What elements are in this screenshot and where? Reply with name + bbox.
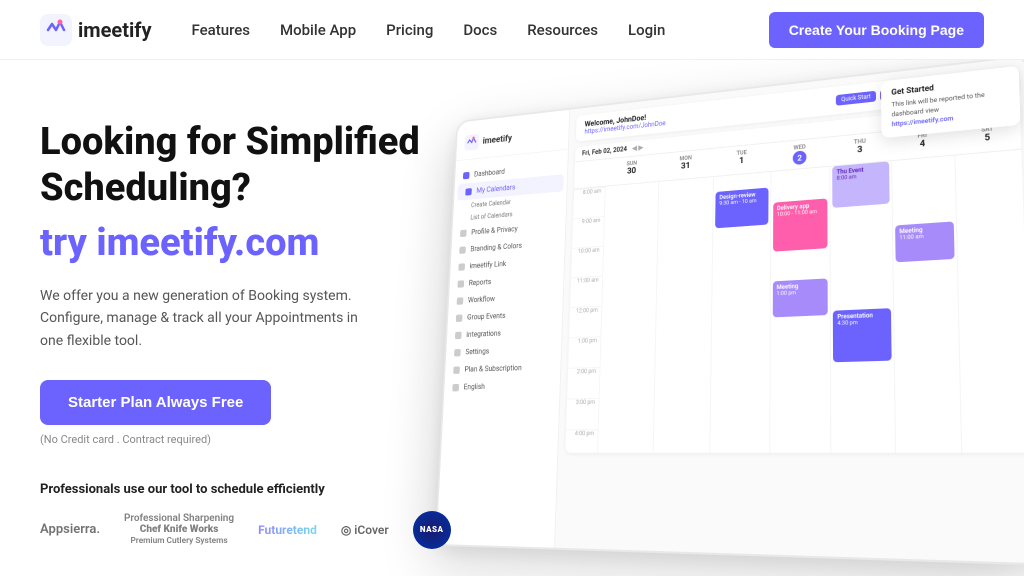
nav-mobile-app[interactable]: Mobile App bbox=[280, 21, 356, 39]
logo-text: imeetify bbox=[78, 18, 152, 42]
logo-icon bbox=[40, 14, 72, 46]
brand-icover: ◎ iCover bbox=[341, 523, 389, 537]
hero-description: We offer you a new generation of Booking… bbox=[40, 285, 380, 352]
nav-login[interactable]: Login bbox=[628, 21, 665, 39]
cal-day-tue: TUE 1 bbox=[713, 147, 770, 172]
nav-docs[interactable]: Docs bbox=[463, 21, 497, 39]
cal-day-thu: THU 3 bbox=[829, 135, 891, 161]
brands-title: Professionals use our tool to schedule e… bbox=[40, 482, 460, 497]
brands-row: Appsierra. Professional SharpeningChef K… bbox=[40, 511, 460, 549]
day-track-tue: Design-review 9:30 am - 10 am bbox=[709, 172, 770, 453]
day-track-fri: Meeting 11:00 am bbox=[891, 156, 962, 453]
quick-start-btn[interactable]: Quick Start bbox=[836, 91, 876, 106]
brand-nasa: NASA bbox=[413, 511, 451, 549]
cal-day-sun: SUN 30 bbox=[605, 158, 659, 182]
event-meeting-wed[interactable]: Meeting 1:00 pm bbox=[773, 278, 829, 317]
dashboard-mockup: imeetify Dashboard My Calendars Create C… bbox=[404, 80, 1024, 576]
cta-note: (No Credit card . Contract required) bbox=[40, 433, 460, 446]
calendar-date-label: Fri, Feb 02, 2024 bbox=[582, 145, 627, 157]
brands-section: Professionals use our tool to schedule e… bbox=[40, 482, 460, 549]
event-design-review[interactable]: Design-review 9:30 am - 10 am bbox=[715, 188, 768, 229]
brand-futuretend: Futuretend bbox=[258, 523, 317, 537]
mockup-logo-text: imeetify bbox=[483, 133, 513, 146]
navbar: imeetify Features Mobile App Pricing Doc… bbox=[0, 0, 1024, 60]
event-fri-meeting[interactable]: Meeting 11:00 am bbox=[895, 221, 955, 262]
mockup-calendar: Fri, Feb 02, 2024 ◀ ▶ SUN 30 MON bbox=[565, 101, 1024, 453]
mockup-logo-row: imeetify bbox=[456, 120, 569, 161]
event-delivery-app[interactable]: Delivery app 10:00 - 11:00 am bbox=[773, 198, 828, 251]
nav-pricing[interactable]: Pricing bbox=[386, 21, 433, 39]
day-track-mon bbox=[652, 177, 713, 453]
hero-tagline: try imeetify.com bbox=[40, 221, 460, 267]
hero-cta-button[interactable]: Starter Plan Always Free bbox=[40, 380, 271, 425]
mockup-main-content: Welcome, JohnDoe! https://imeetify.com/J… bbox=[555, 60, 1024, 563]
day-track-sat bbox=[955, 150, 1024, 453]
sidebar-language[interactable]: English bbox=[444, 376, 560, 396]
hero-title: Looking for Simplified Scheduling? bbox=[40, 120, 460, 211]
calendar-days-grid: Design-review 9:30 am - 10 am Delivery a… bbox=[597, 150, 1024, 453]
event-thu-morning[interactable]: Thu Event 8:00 am bbox=[833, 161, 890, 207]
cal-day-mon: MON 31 bbox=[658, 153, 713, 178]
nav-cta-button[interactable]: Create Your Booking Page bbox=[769, 12, 984, 48]
calendar-body: 8:00 am 9:00 am 10:00 am 11:00 am 12:00 … bbox=[565, 150, 1024, 453]
nav-links: Features Mobile App Pricing Docs Resourc… bbox=[192, 20, 769, 39]
brand-appsierra: Appsierra. bbox=[40, 522, 100, 537]
nav-features[interactable]: Features bbox=[192, 21, 250, 39]
brand-chef-knife-works: Professional SharpeningChef Knife WorksP… bbox=[124, 513, 234, 546]
day-track-thu: Thu Event 8:00 am Presentation 4:30 pm bbox=[830, 161, 895, 453]
day-track-wed: Delivery app 10:00 - 11:00 am Meeting 1:… bbox=[769, 167, 831, 453]
nav-resources[interactable]: Resources bbox=[527, 21, 598, 39]
event-presentation[interactable]: Presentation 4:30 pm bbox=[833, 308, 891, 362]
hero-section: Looking for Simplified Scheduling? try i… bbox=[0, 60, 1024, 576]
day-track-sun bbox=[597, 182, 658, 453]
cal-day-wed: WED 2 bbox=[770, 141, 829, 167]
logo[interactable]: imeetify bbox=[40, 14, 152, 46]
mockup-tablet: imeetify Dashboard My Calendars Create C… bbox=[435, 60, 1024, 566]
hero-content: Looking for Simplified Scheduling? try i… bbox=[40, 110, 460, 549]
